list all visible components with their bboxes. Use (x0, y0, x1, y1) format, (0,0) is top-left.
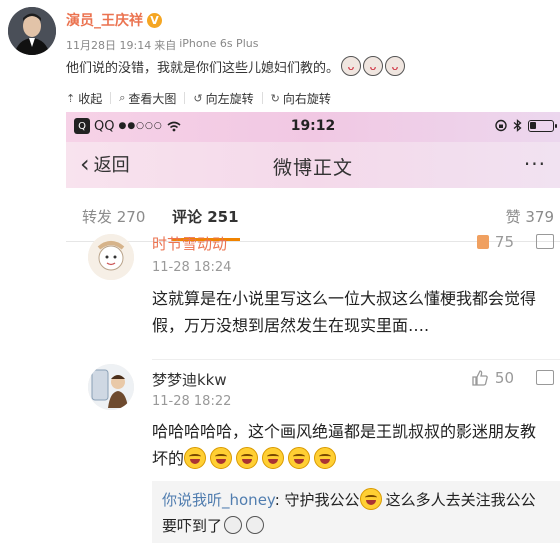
post-source[interactable]: iPhone 6s Plus (179, 37, 258, 53)
thumb-up-icon (472, 370, 488, 386)
collapse-icon: ⇡ (66, 91, 76, 105)
status-right (495, 119, 557, 132)
like-count: 50 (494, 369, 514, 387)
doge-emoji-icon (246, 516, 265, 534)
reply-colon: : (274, 491, 285, 509)
rotate-left-button[interactable]: ↺ 向左旋转 (193, 90, 253, 107)
rotate-right-label: 向右旋转 (282, 91, 331, 106)
tab-like[interactable]: 赞 379 (506, 206, 554, 227)
comment-item: 梦梦迪kkw 50 11-28 18:22 哈哈哈哈哈，这个画风绝逼都是王凯叔叔… (66, 360, 560, 543)
doge-emoji-icon: ᴗ (341, 56, 362, 76)
laugh-emoji-icon (184, 447, 207, 469)
author-row: 演员_王庆祥 V (66, 10, 162, 30)
commenter-name[interactable]: 时节雪动动 (152, 233, 227, 254)
reply-text: 守护我公公 (284, 491, 360, 509)
post-source-prefix: 来自 (154, 39, 177, 52)
post-meta: 11月28日 19:14 来自 iPhone 6s Plus (66, 37, 258, 53)
laugh-emoji-row (184, 447, 340, 469)
rotate-right-icon: ↻ (270, 91, 280, 105)
laugh-emoji-icon (236, 447, 259, 469)
reply-user[interactable]: 你说我听_honey (162, 491, 275, 509)
author-portrait-icon (8, 7, 56, 55)
weibo-post: 演员_王庆祥 V 11月28日 19:14 来自 iPhone 6s Plus … (0, 0, 560, 88)
comment-item: 时节雪动动 75 11-28 18:24 这就算是在小说里写这么一位大叔这么懂梗… (66, 233, 560, 360)
view-large-button[interactable]: ⌕ 查看大图 (119, 90, 176, 107)
comment-time: 11-28 18:22 (152, 394, 232, 409)
nav-title: 微博正文 (272, 157, 353, 179)
bluetooth-icon (513, 119, 522, 132)
liked-thumb-icon (476, 235, 489, 249)
doge-emoji-icon: ᴗ (363, 56, 384, 76)
collapse-button[interactable]: ⇡ 收起 (66, 90, 102, 107)
collapse-label: 收起 (78, 91, 103, 106)
embedded-screenshot[interactable]: Q QQ ●●○○○ 19:12 ‹ 返回 微博正文 ··· 转发 270 评论… (66, 112, 560, 543)
verified-badge-icon: V (147, 12, 162, 28)
laugh-emoji-icon (288, 447, 311, 469)
commenter-avatar[interactable] (88, 234, 134, 280)
like-count: 75 (494, 233, 514, 251)
reply-comment-icon[interactable] (536, 234, 554, 249)
rotate-left-icon: ↺ (193, 91, 203, 105)
post-date[interactable]: 11月28日 19:14 (66, 37, 151, 53)
post-body: 他们说的没错，我就是你们这些儿媳妇们教的。 (66, 60, 340, 76)
reply-comment-icon[interactable] (536, 370, 554, 385)
laugh-emoji-icon (359, 488, 382, 510)
zoom-icon: ⌕ (119, 91, 126, 104)
nested-reply: 你说我听_honey: 守护我公公 这么多人去关注我公公要吓到了 (66, 481, 560, 543)
status-time: 19:12 (290, 118, 336, 134)
toolbar-divider (110, 92, 112, 104)
toolbar-divider (184, 92, 186, 104)
tab-comment[interactable]: 评论 251 (172, 206, 239, 227)
app-nav-bar: ‹ 返回 微博正文 ··· (66, 142, 560, 188)
cartoon-avatar-icon (88, 234, 134, 280)
tab-repost[interactable]: 转发 270 (82, 206, 145, 227)
more-options-icon[interactable]: ··· (524, 152, 546, 176)
toolbar-divider (261, 92, 263, 104)
rotate-left-label: 向左旋转 (205, 91, 254, 106)
comment-text: 这就算是在小说里写这么一位大叔这么懂梗我都会觉得假，万万没想到居然发生在现实里面… (152, 289, 537, 335)
battery-level (530, 121, 536, 129)
rotation-lock-icon (495, 119, 507, 132)
comment-text: 哈哈哈哈哈，这个画风绝逼都是王凯叔叔的影迷朋友教坏的 (152, 418, 548, 472)
like-button[interactable]: 50 (471, 369, 514, 387)
author-name[interactable]: 演员_王庆祥 (66, 10, 143, 30)
laugh-emoji-icon (314, 447, 337, 469)
like-button[interactable]: 75 (476, 233, 514, 251)
battery-icon (528, 119, 557, 132)
cartoon-avatar-icon (88, 364, 134, 410)
phone-status-bar: Q QQ ●●○○○ 19:12 (66, 112, 560, 142)
rotate-right-button[interactable]: ↻ 向右旋转 (271, 90, 331, 107)
doge-emoji-icon (224, 516, 243, 534)
author-avatar[interactable] (8, 7, 56, 55)
view-large-label: 查看大图 (128, 91, 177, 106)
reply-box[interactable]: 你说我听_honey: 守护我公公 这么多人去关注我公公要吓到了 (152, 481, 560, 543)
doge-emoji-icon: ᴗ (385, 56, 406, 76)
commenter-avatar[interactable] (88, 364, 134, 410)
commenter-name[interactable]: 梦梦迪kkw (152, 369, 227, 390)
comment-time: 11-28 18:24 (152, 260, 232, 275)
post-text: 他们说的没错，我就是你们这些儿媳妇们教的。 ᴗ ᴗ ᴗ (66, 56, 406, 76)
laugh-emoji-icon (210, 447, 233, 469)
laugh-emoji-icon (262, 447, 285, 469)
image-toolbar: ⇡ 收起 ⌕ 查看大图 ↺ 向左旋转 ↻ 向右旋转 (66, 88, 331, 108)
